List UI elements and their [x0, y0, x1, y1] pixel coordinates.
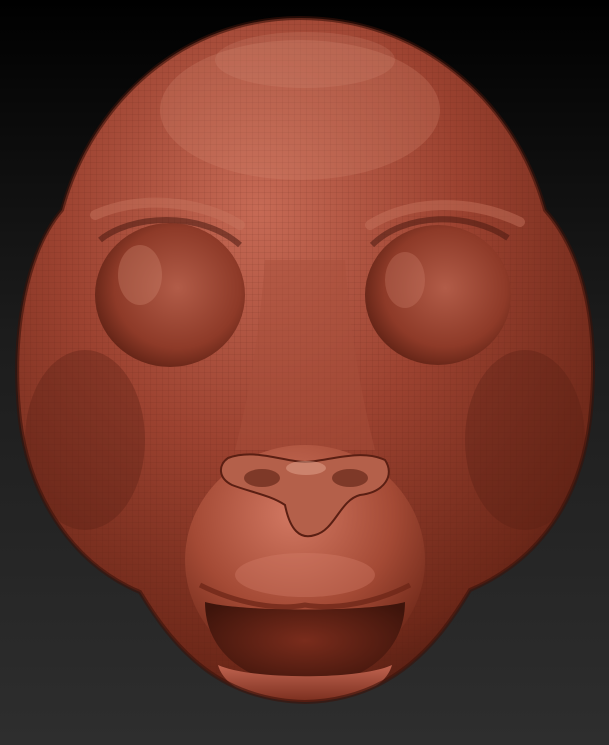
viewport[interactable]	[0, 0, 609, 745]
right-eye-socket	[365, 225, 511, 365]
left-eye-socket	[95, 223, 245, 367]
sculpt-canvas	[15, 15, 595, 705]
